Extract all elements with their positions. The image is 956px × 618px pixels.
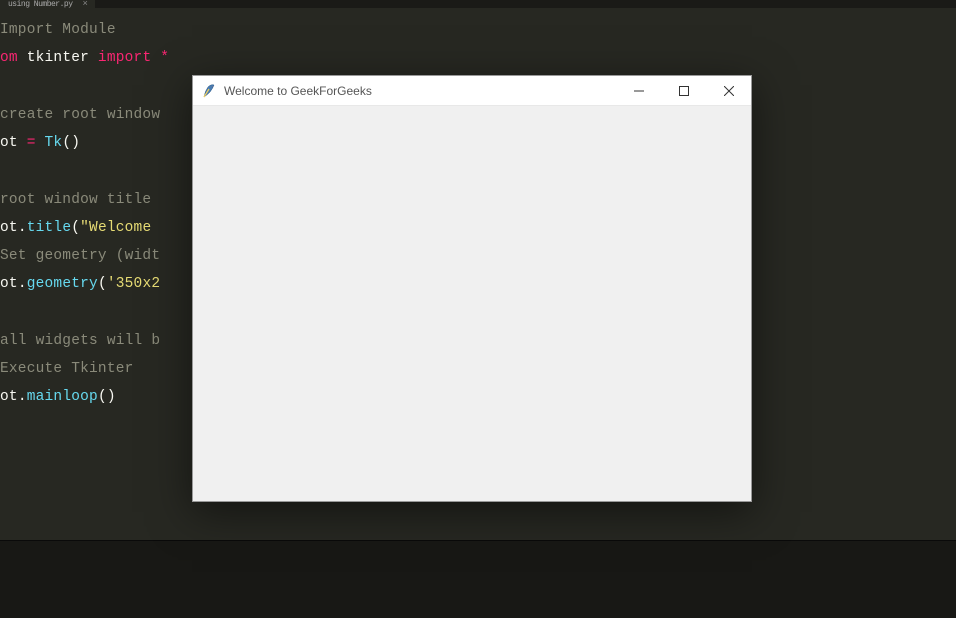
keyword-from: om (0, 50, 27, 66)
window-content (193, 106, 751, 501)
dot: . (18, 276, 27, 292)
parens: () (62, 135, 80, 151)
file-tab[interactable]: using Number.py × (0, 0, 95, 8)
method-name: geometry (27, 276, 98, 292)
comment-text: Import Module (0, 22, 116, 38)
comment-text: root window title (0, 192, 160, 208)
class-name: Tk (45, 135, 63, 151)
tab-filename: using Number.py (8, 0, 73, 9)
dot: . (18, 220, 27, 236)
open-paren: ( (71, 220, 80, 236)
parens: () (98, 389, 116, 405)
close-button[interactable] (706, 76, 751, 105)
window-title: Welcome to GeekForGeeks (224, 84, 616, 98)
comment-text: all widgets will b (0, 333, 160, 349)
variable: ot (0, 135, 27, 151)
close-icon[interactable]: × (83, 0, 88, 9)
string-literal: "Welcome (80, 220, 160, 236)
tab-bar: using Number.py × (0, 0, 956, 8)
maximize-button[interactable] (661, 76, 706, 105)
variable: ot (0, 276, 18, 292)
window-controls (616, 76, 751, 105)
module-name: tkinter (27, 50, 89, 66)
tkinter-app-window[interactable]: Welcome to GeekForGeeks (192, 75, 752, 502)
dot: . (18, 389, 27, 405)
equals: = (27, 135, 45, 151)
comment-text: Set geometry (widt (0, 248, 160, 264)
star: * (160, 50, 169, 66)
string-literal: '350x2 (107, 276, 160, 292)
feather-icon (201, 83, 217, 99)
comment-text: Execute Tkinter (0, 361, 134, 377)
status-bar (0, 540, 956, 618)
minimize-button[interactable] (616, 76, 661, 105)
variable: ot (0, 389, 18, 405)
keyword-import: import (89, 50, 160, 66)
variable: ot (0, 220, 18, 236)
open-paren: ( (98, 276, 107, 292)
comment-text: create root window (0, 107, 160, 123)
window-titlebar[interactable]: Welcome to GeekForGeeks (193, 76, 751, 106)
method-name: title (27, 220, 72, 236)
method-name: mainloop (27, 389, 98, 405)
